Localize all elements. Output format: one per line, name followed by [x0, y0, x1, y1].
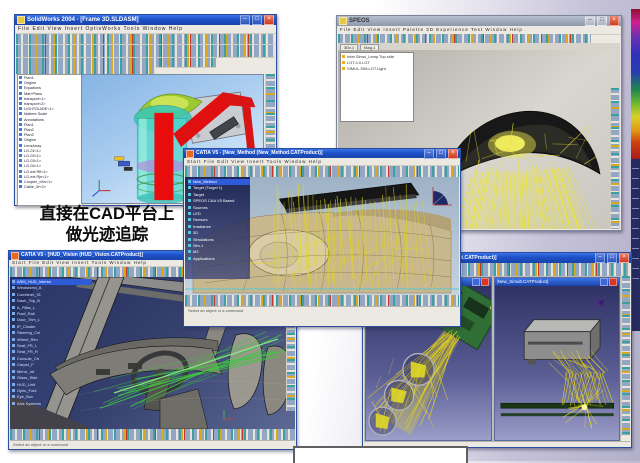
tree-item[interactable]: Cable_W<2> — [19, 185, 81, 190]
specification-tree[interactable]: New_MethodTarget (Target 1)TargetSPEOS C… — [185, 177, 250, 279]
tree-item[interactable]: Axis Systems — [12, 401, 92, 407]
toolbar-icon-strip[interactable] — [16, 34, 275, 45]
solidworks-titlebar[interactable]: SolidWorks 2004 - [Frame 3D.SLDASM] – □ … — [15, 15, 276, 25]
caption-line-2: 做光迹追踪 — [16, 225, 198, 246]
child-window-lamp-sim: [New_Simult.CATProduct] — [494, 277, 621, 441]
catia-main-window: CATIA V5 - [New_Method (New_Method.CATPr… — [183, 148, 461, 327]
scene-tree-panel[interactable]: Inter.Simul_Lamp.Top.sideLGT.4.0.LGTSIMU… — [340, 52, 414, 122]
minimize-button[interactable]: – — [585, 16, 595, 26]
app-icon — [17, 16, 25, 24]
window-title: SolidWorks 2004 - [Frame 3D.SLDASM] — [27, 16, 238, 25]
status-bar: Select an object or a command — [10, 440, 295, 449]
placeholder-box — [293, 446, 468, 463]
child-titlebar[interactable]: [New_Simult.CATProduct] — [495, 278, 620, 286]
axis-triad-icon — [92, 180, 110, 196]
caption-line-1: 直接在CAD平台上 — [16, 204, 198, 225]
lamp-sim-viewport[interactable] — [495, 286, 620, 440]
side-toolbar-icon-strip[interactable] — [610, 88, 619, 229]
compass-icon — [592, 296, 606, 310]
app-icon — [186, 150, 194, 158]
axis-triad-icon — [224, 410, 234, 419]
app-icon — [11, 252, 19, 260]
slide-caption: 直接在CAD平台上 做光迹追踪 — [16, 204, 198, 246]
menubar[interactable]: Start File Edit View Insert Tools Window… — [184, 158, 460, 166]
toolbar-icon-strip[interactable] — [16, 45, 275, 58]
close-button[interactable]: × — [264, 15, 274, 25]
maximize-button[interactable]: □ — [436, 149, 446, 159]
speos-titlebar[interactable]: SPEOS – □ × — [337, 16, 621, 26]
maximize-button[interactable]: □ — [607, 253, 617, 263]
status-bar: Select an object or a command — [185, 306, 459, 315]
feature-tree-panel[interactable]: Plan1OrigineEquationsMat+Planstransport<… — [17, 74, 83, 206]
specification-tree[interactable]: ASM_HUD_InteriorWindshield_ACombiner_01D… — [12, 279, 92, 407]
colormap-rainbow-strip — [631, 9, 640, 159]
minimize-button[interactable] — [600, 278, 608, 286]
window-title: CATIA V5 - [New_Method (New_Method.CATPr… — [196, 149, 422, 158]
close-button[interactable] — [481, 278, 489, 286]
menubar[interactable]: File Edit View Insert OptisWorks Tools W… — [15, 25, 276, 34]
minimize-button[interactable]: – — [240, 15, 250, 25]
maximize-button[interactable]: □ — [597, 16, 607, 26]
tree-item[interactable]: SIMUL.SIM.LGT.Light — [342, 66, 412, 72]
app-icon — [339, 17, 347, 25]
tree-item[interactable]: Applications — [188, 256, 250, 262]
close-button[interactable]: × — [619, 253, 629, 263]
window-title: SPEOS — [349, 17, 583, 26]
minimize-button[interactable]: – — [424, 149, 434, 159]
close-button[interactable] — [609, 278, 617, 286]
close-button[interactable]: × — [609, 16, 619, 26]
compass-icon — [433, 187, 452, 205]
close-button[interactable]: × — [448, 149, 458, 159]
minimize-button[interactable] — [472, 278, 480, 286]
colormap-scale-strip — [631, 159, 640, 331]
catia-3d-viewport[interactable]: New_MethodTarget (Target 1)TargetSPEOS C… — [185, 177, 459, 295]
maximize-button[interactable]: □ — [252, 15, 262, 25]
minimize-button[interactable]: – — [595, 253, 605, 263]
catia-titlebar[interactable]: CATIA V5 - [New_Method (New_Method.CATPr… — [184, 149, 460, 158]
side-toolbar-icon-strip[interactable] — [621, 276, 630, 436]
